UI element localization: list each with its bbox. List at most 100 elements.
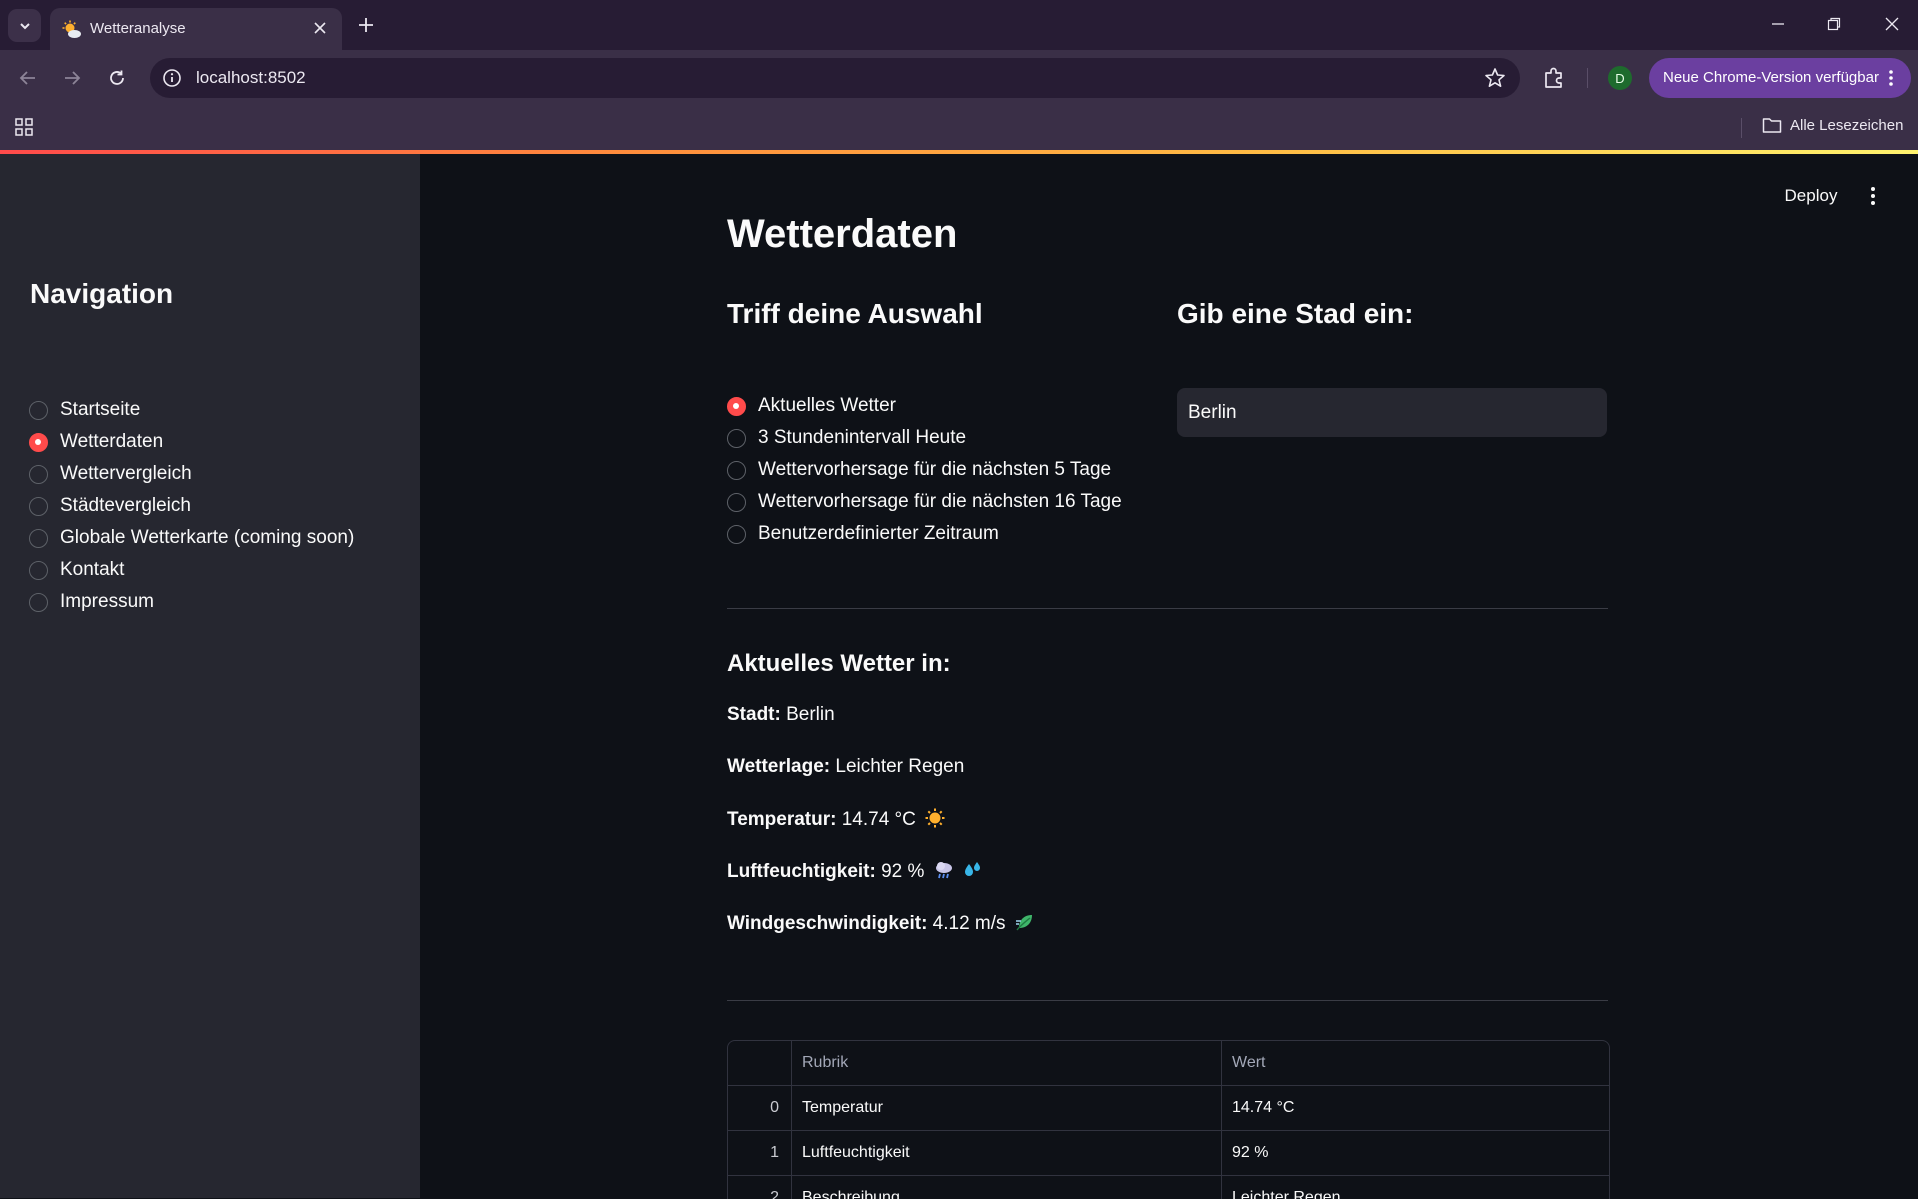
main-menu-icon[interactable] xyxy=(1862,182,1884,210)
sidebar-item-label: Startseite xyxy=(60,399,141,420)
row-index: 1 xyxy=(728,1131,792,1175)
folder-icon xyxy=(1762,118,1782,133)
info-humidity: Luftfeuchtigkeit: 92 % xyxy=(727,860,983,883)
sidebar-item-startseite[interactable]: Startseite xyxy=(29,394,354,426)
window-close-button[interactable] xyxy=(1872,10,1912,38)
cell-rubrik[interactable]: Luftfeuchtigkeit xyxy=(792,1131,1222,1175)
option-label: Benutzerdefinierter Zeitraum xyxy=(758,523,999,544)
row-index: 2 xyxy=(728,1176,792,1199)
sidebar-item-staedtevergleich[interactable]: Städtevergleich xyxy=(29,490,354,522)
tab-close-button[interactable] xyxy=(308,16,332,40)
option-16-tage[interactable]: Wettervorhersage für die nächsten 16 Tag… xyxy=(727,486,1122,518)
cell-rubrik[interactable]: Beschreibung xyxy=(792,1176,1222,1199)
sidebar-item-wetterdaten[interactable]: Wetterdaten xyxy=(29,426,354,458)
minimize-button[interactable] xyxy=(1758,10,1798,38)
radio-button[interactable] xyxy=(29,496,48,516)
table-row[interactable]: 1 Luftfeuchtigkeit 92 % xyxy=(728,1131,1609,1176)
city-input[interactable] xyxy=(1177,388,1607,437)
plus-icon xyxy=(359,18,373,32)
option-label: Aktuelles Wetter xyxy=(758,395,896,416)
leaf-wind-icon xyxy=(1015,915,1032,931)
extensions-icon[interactable] xyxy=(1540,64,1568,92)
weather-mode-radio: Aktuelles Wetter 3 Stundenintervall Heut… xyxy=(727,390,1122,550)
arrow-left-icon xyxy=(19,71,35,85)
column-header-rubrik[interactable]: Rubrik xyxy=(792,1041,1222,1085)
close-icon xyxy=(314,22,326,34)
all-bookmarks-button[interactable]: Alle Lesezeichen xyxy=(1762,116,1903,134)
restore-button[interactable] xyxy=(1814,10,1854,38)
sidebar-item-impressum[interactable]: Impressum xyxy=(29,586,354,618)
url-text[interactable]: localhost:8502 xyxy=(196,68,306,88)
info-temperature-value: 14.74 °C xyxy=(841,809,916,830)
sidebar-title: Navigation xyxy=(30,278,174,309)
more-vertical-icon[interactable] xyxy=(1881,68,1901,88)
radio-button[interactable] xyxy=(29,592,48,612)
site-info-icon[interactable] xyxy=(162,68,182,88)
radio-button[interactable] xyxy=(29,560,48,580)
info-condition-value: Leichter Regen xyxy=(835,756,965,777)
option-5-tage[interactable]: Wettervorhersage für die nächsten 5 Tage xyxy=(727,454,1122,486)
divider xyxy=(727,608,1608,609)
info-city-label: Stadt: xyxy=(727,704,781,725)
tab-search-button[interactable] xyxy=(8,9,41,42)
radio-button[interactable] xyxy=(29,528,48,548)
bookmarks-bar: Alle Lesezeichen xyxy=(0,106,1918,150)
cell-wert[interactable]: 14.74 °C xyxy=(1222,1086,1609,1130)
cell-wert[interactable]: Leichter Regen xyxy=(1222,1176,1609,1199)
radio-button[interactable] xyxy=(29,464,48,484)
radio-button[interactable] xyxy=(727,460,746,480)
cell-wert[interactable]: 92 % xyxy=(1222,1131,1609,1175)
tab-title: Wetteranalyse xyxy=(90,20,186,37)
table-index-header xyxy=(728,1041,792,1085)
toolbar-divider xyxy=(1587,68,1588,88)
cell-rubrik[interactable]: Temperatur xyxy=(792,1086,1222,1130)
radio-button[interactable] xyxy=(727,524,746,544)
table-header-row: Rubrik Wert xyxy=(728,1041,1609,1086)
info-condition: Wetterlage: Leichter Regen xyxy=(727,756,964,778)
weather-dataframe[interactable]: Rubrik Wert 0 Temperatur 14.74 °C 1 Luft… xyxy=(727,1040,1610,1199)
sun-cloud-icon xyxy=(62,20,81,38)
option-benutzerdefiniert[interactable]: Benutzerdefinierter Zeitraum xyxy=(727,518,1122,550)
table-row[interactable]: 0 Temperatur 14.74 °C xyxy=(728,1086,1609,1131)
sidebar-item-kontakt[interactable]: Kontakt xyxy=(29,554,354,586)
deploy-button[interactable]: Deploy xyxy=(1768,180,1854,212)
bookmarks-divider xyxy=(1741,118,1742,138)
browser-toolbar: localhost:8502 D Neue Chrome-Version ver… xyxy=(0,50,1918,106)
all-bookmarks-label: Alle Lesezeichen xyxy=(1790,116,1904,134)
back-button[interactable] xyxy=(14,64,42,92)
radio-button-selected[interactable] xyxy=(727,396,746,416)
reload-button[interactable] xyxy=(103,64,131,92)
close-icon xyxy=(1885,17,1899,31)
current-weather-heading: Aktuelles Wetter in: xyxy=(727,650,951,677)
row-index: 0 xyxy=(728,1086,792,1130)
chevron-down-icon xyxy=(19,22,30,29)
info-humidity-value: 92 % xyxy=(881,861,925,882)
bookmark-star-icon[interactable] xyxy=(1484,67,1506,89)
sidebar-item-globale-wetterkarte[interactable]: Globale Wetterkarte (coming soon) xyxy=(29,522,354,554)
sidebar-item-wettervergleich[interactable]: Wettervergleich xyxy=(29,458,354,490)
browser-tab-active[interactable]: Wetteranalyse xyxy=(50,8,342,50)
forward-button[interactable] xyxy=(58,64,86,92)
rain-cloud-icon xyxy=(935,862,952,879)
info-humidity-label: Luftfeuchtigkeit: xyxy=(727,861,876,882)
table-row[interactable]: 2 Beschreibung Leichter Regen xyxy=(728,1176,1609,1199)
apps-grid-icon[interactable] xyxy=(14,117,34,137)
info-temperature: Temperatur: 14.74 °C xyxy=(727,808,945,831)
sidebar-item-label: Globale Wetterkarte (coming soon) xyxy=(60,527,355,548)
radio-button-selected[interactable] xyxy=(29,432,48,452)
radio-button[interactable] xyxy=(29,400,48,420)
option-3-stundenintervall[interactable]: 3 Stundenintervall Heute xyxy=(727,422,1122,454)
sidebar-item-label: Wetterdaten xyxy=(60,431,164,452)
option-aktuelles-wetter[interactable]: Aktuelles Wetter xyxy=(727,390,1122,422)
profile-avatar[interactable]: D xyxy=(1608,66,1632,90)
sidebar-item-label: Wettervergleich xyxy=(60,463,192,484)
radio-button[interactable] xyxy=(727,492,746,512)
column-header-wert[interactable]: Wert xyxy=(1222,1041,1609,1085)
info-wind-label: Windgeschwindigkeit: xyxy=(727,913,928,934)
sidebar-item-label: Städtevergleich xyxy=(60,495,191,516)
address-bar[interactable]: localhost:8502 xyxy=(150,58,1520,98)
divider xyxy=(727,1000,1608,1001)
radio-button[interactable] xyxy=(727,428,746,448)
chrome-update-button[interactable]: Neue Chrome-Version verfügbar xyxy=(1649,58,1911,98)
new-tab-button[interactable] xyxy=(353,12,379,38)
